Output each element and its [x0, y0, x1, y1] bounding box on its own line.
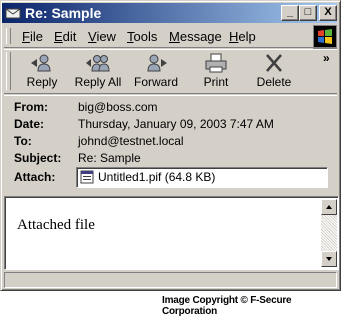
from-value: big@boss.com	[78, 100, 158, 114]
toolbar-separator	[4, 93, 337, 96]
arrow-down-icon	[326, 257, 332, 261]
close-icon: X	[324, 6, 332, 18]
scroll-track[interactable]	[321, 215, 337, 251]
reply-icon	[31, 54, 51, 72]
title-bar[interactable]: Re: Sample _ □ X	[2, 3, 337, 23]
minimize-button[interactable]: _	[281, 5, 299, 21]
scroll-up-button[interactable]	[321, 199, 337, 215]
body-text: Attached file	[17, 217, 95, 233]
status-bar	[4, 272, 337, 288]
copyright-caption: Image Copyright © F-Secure Corporation	[162, 295, 292, 317]
menu-help[interactable]: Help	[229, 29, 256, 44]
window-title: Re: Sample	[25, 5, 102, 21]
delete-button[interactable]: Delete	[251, 51, 297, 91]
menu-edit[interactable]: Edit	[54, 29, 76, 44]
toolbar-grip[interactable]	[6, 52, 11, 90]
maximize-button[interactable]: □	[299, 5, 317, 21]
scroll-down-button[interactable]	[321, 251, 337, 267]
vertical-scrollbar[interactable]	[321, 199, 337, 267]
maximize-icon: □	[304, 6, 312, 18]
close-button[interactable]: X	[319, 5, 337, 21]
attachment-field[interactable]: Untitled1.pif (64.8 KB)	[76, 167, 328, 188]
from-label: From:	[14, 100, 48, 114]
arrow-up-icon	[326, 205, 332, 209]
print-button[interactable]: Print	[196, 51, 236, 91]
to-value: johnd@testnet.local	[78, 134, 184, 148]
reply-button[interactable]: Reply	[18, 51, 66, 91]
menu-message[interactable]: Message	[169, 29, 222, 44]
message-body[interactable]: Attached file	[4, 196, 339, 270]
printer-icon	[205, 53, 227, 73]
forward-button[interactable]: Forward	[131, 51, 181, 91]
menu-grip[interactable]	[6, 28, 11, 44]
subject-label: Subject:	[14, 151, 62, 165]
attachment-file-icon	[80, 170, 94, 184]
minimize-icon: _	[286, 6, 294, 18]
subject-value: Re: Sample	[78, 151, 141, 165]
to-label: To:	[14, 134, 32, 148]
menu-file[interactable]: File	[22, 29, 43, 44]
delete-icon	[266, 54, 282, 72]
menu-view[interactable]: View	[88, 29, 116, 44]
windows-logo-icon	[313, 25, 337, 49]
menu-tools[interactable]: Tools	[127, 29, 157, 44]
attach-label: Attach:	[14, 170, 56, 184]
envelope-icon	[5, 8, 21, 19]
toolbar-overflow-icon[interactable]: »	[323, 51, 330, 65]
forward-icon	[147, 54, 167, 72]
reply-all-icon	[86, 55, 110, 72]
toolbar: Reply Reply All Forward Print Delete »	[4, 49, 337, 93]
date-value: Thursday, January 09, 2003 7:47 AM	[78, 117, 274, 131]
reply-all-button[interactable]: Reply All	[72, 51, 124, 91]
menu-bar: File Edit View Tools Message Help	[4, 25, 337, 47]
attachment-name: Untitled1.pif (64.8 KB)	[98, 170, 216, 184]
date-label: Date:	[14, 117, 45, 131]
